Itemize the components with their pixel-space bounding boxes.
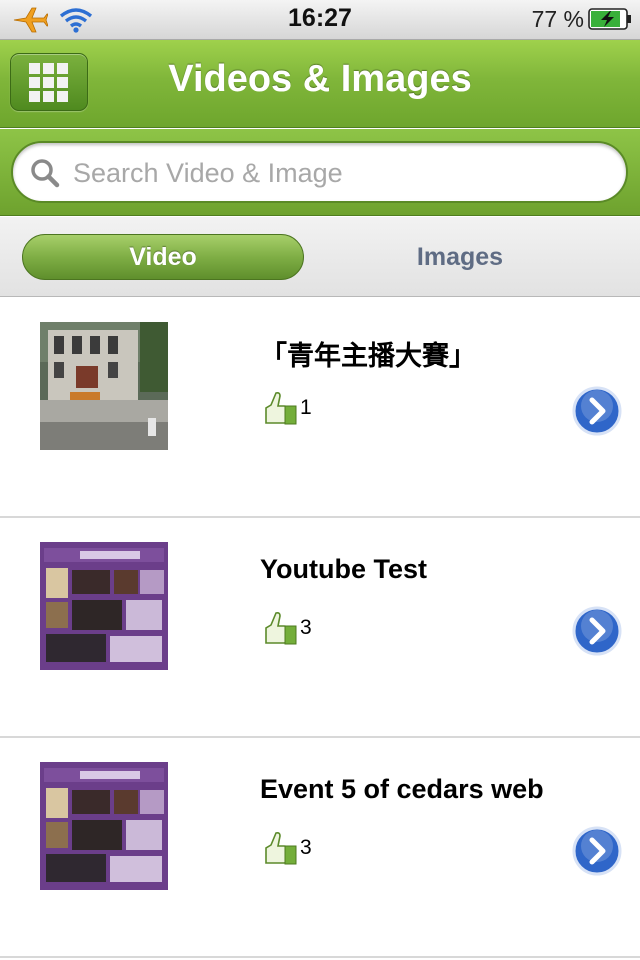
list-item[interactable]: Event 5 of cedars web 3 <box>0 738 640 958</box>
nav-bar: Videos & Images <box>0 40 640 128</box>
battery-percent: 77 % <box>531 6 584 32</box>
thumbs-up-icon <box>265 612 297 645</box>
thumbnail-image <box>40 322 168 450</box>
search-field[interactable] <box>11 141 628 203</box>
segment-video[interactable]: Video <box>22 234 304 280</box>
item-title: Event 5 of cedars web <box>260 774 544 804</box>
thumbnail-image <box>40 762 168 890</box>
thumbs-up-icon <box>265 832 297 865</box>
status-bar: 16:27 77 % <box>0 0 640 40</box>
search-bar <box>0 129 640 216</box>
search-input[interactable] <box>73 155 613 191</box>
like-count: 3 <box>300 836 312 859</box>
media-list: 「青年主播大賽」 1 Youtube Test 3 Event 5 of ced… <box>0 298 640 958</box>
chevron-right-icon[interactable] <box>572 826 622 876</box>
chevron-right-icon[interactable] <box>572 606 622 656</box>
segment-images[interactable]: Images <box>320 234 600 280</box>
list-item[interactable]: 「青年主播大賽」 1 <box>0 298 640 518</box>
battery-charging-icon <box>588 8 631 30</box>
chevron-right-icon[interactable] <box>572 386 622 436</box>
like-count: 1 <box>300 396 312 419</box>
page-title: Videos & Images <box>168 58 472 100</box>
item-title: 「青年主播大賽」 <box>260 341 476 371</box>
thumbs-up-icon <box>265 392 297 425</box>
like-count: 3 <box>300 616 312 639</box>
item-title: Youtube Test <box>260 554 427 584</box>
segment-control: Video Images <box>0 217 640 297</box>
thumbnail-image <box>40 542 168 670</box>
list-item[interactable]: Youtube Test 3 <box>0 518 640 738</box>
search-icon <box>31 159 60 188</box>
